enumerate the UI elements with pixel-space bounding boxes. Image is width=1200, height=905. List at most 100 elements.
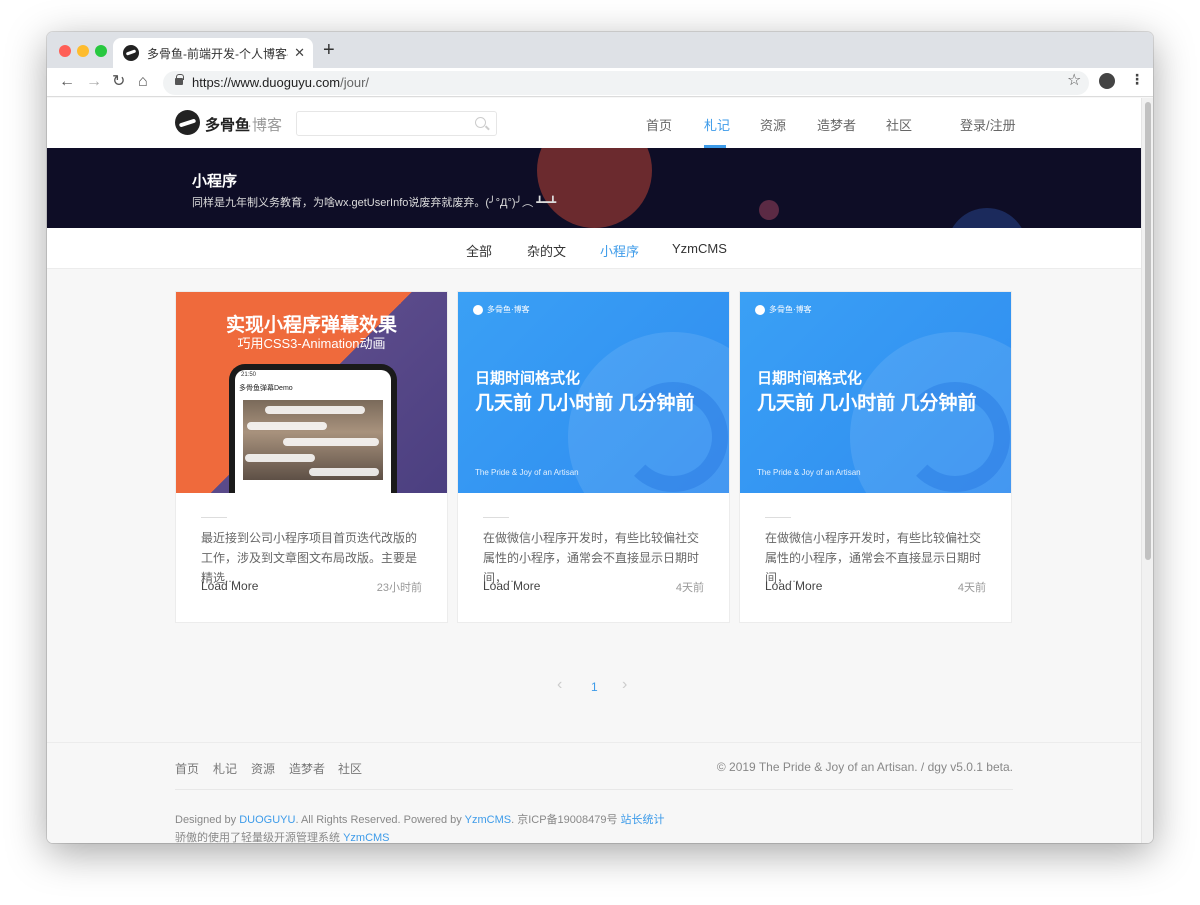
footer-link-resources[interactable]: 资源 xyxy=(251,760,275,777)
card-timestamp: 4天前 xyxy=(675,582,704,594)
profile-avatar[interactable] xyxy=(1099,73,1115,89)
article-card[interactable]: 实现小程序弹幕效果 巧用CSS3-Animation动画 21:50 多骨鱼弹幕… xyxy=(175,291,448,623)
forward-button[interactable]: → xyxy=(86,71,102,93)
footer-text: . All Rights Reserved. Powered by xyxy=(295,814,465,826)
url-host: https://www.duoguyu.com xyxy=(192,75,341,90)
footer-link-home[interactable]: 首页 xyxy=(175,760,199,777)
banner-description: 同样是九年制义务教育，为啥wx.getUserInfo说废弃就废弃。(╯°Д°)… xyxy=(192,197,557,209)
danmu-bubble xyxy=(247,422,327,430)
bookmark-star-icon[interactable]: ☆ xyxy=(1067,70,1081,90)
thumbnail-logo: 多骨鱼·博客 xyxy=(473,304,530,315)
footer-powered: 骄傲的使用了轻量级开源管理系统 YzmCMS xyxy=(175,829,390,843)
category-tabs: 全部 杂的文 小程序 YzmCMS xyxy=(47,228,1141,269)
danmu-bubble xyxy=(265,406,365,414)
pagination-prev-button[interactable]: ‹ xyxy=(557,676,562,694)
card-divider xyxy=(201,517,227,518)
logo-icon[interactable] xyxy=(175,110,200,135)
url-text: https://www.duoguyu.com/jour/ xyxy=(192,75,369,90)
site-header: 多骨鱼 ·博客 首页 札记 资源 造梦者 社区 登录/注册 xyxy=(47,98,1141,148)
nav-item-home[interactable]: 首页 xyxy=(646,115,672,134)
thumbnail-tagline: The Pride & Joy of an Artisan xyxy=(757,468,861,477)
card-timestamp: 4天前 xyxy=(957,582,986,594)
banner-decor-circle xyxy=(759,200,779,220)
category-tab-miniprogram[interactable]: 小程序 xyxy=(600,241,639,260)
thumbnail-subtitle: 几天前 几小时前 几分钟前 xyxy=(475,393,695,414)
pagination-next-button[interactable]: › xyxy=(622,676,627,694)
card-divider xyxy=(483,517,509,518)
logo-subtitle: ·博客 xyxy=(247,117,282,134)
logo-text[interactable]: 多骨鱼 xyxy=(205,114,250,135)
maximize-window-button[interactable] xyxy=(95,45,107,57)
nav-item-resources[interactable]: 资源 xyxy=(760,115,786,134)
footer-credits: Designed by DUOGUYU. All Rights Reserved… xyxy=(175,811,665,827)
nav-item-notes[interactable]: 札记 xyxy=(704,115,730,134)
address-bar[interactable]: https://www.duoguyu.com/jour/ xyxy=(163,71,1089,95)
browser-toolbar: ← → ↻ ⌂ https://www.duoguyu.com/jour/ ☆ … xyxy=(47,68,1153,97)
footer-link-yzmcms[interactable]: YzmCMS xyxy=(343,832,389,843)
site-footer: 首页 札记 资源 造梦者 社区 © 2019 The Pride & Joy o… xyxy=(47,742,1141,843)
footer-link-duoguyu[interactable]: DUOGUYU xyxy=(239,814,295,826)
load-more-link[interactable]: Load More xyxy=(201,579,258,593)
danmu-bubble xyxy=(309,468,379,476)
reload-button[interactable]: ↻ xyxy=(112,71,125,93)
favicon-icon xyxy=(123,45,139,61)
banner-decor-circle xyxy=(947,208,1027,228)
minimize-window-button[interactable] xyxy=(77,45,89,57)
home-button[interactable]: ⌂ xyxy=(138,71,148,93)
phone-screen: 21:50 多骨鱼弹幕Demo xyxy=(235,370,391,493)
footer-link-yzmcms[interactable]: YzmCMS xyxy=(465,814,511,826)
scrollbar-thumb[interactable] xyxy=(1145,102,1151,560)
thumbnail-tagline: The Pride & Joy of an Artisan xyxy=(475,468,579,477)
nav-item-dreamers[interactable]: 造梦者 xyxy=(817,115,856,134)
pagination-page-1[interactable]: 1 xyxy=(591,680,598,694)
thumbnail-logo-text: 多骨鱼·博客 xyxy=(769,305,812,314)
page-scrollbar[interactable] xyxy=(1141,98,1153,843)
tab-strip: 多骨鱼-前端开发-个人博客-模版 ✕ + xyxy=(47,32,1153,68)
footer-text: Designed by xyxy=(175,814,240,826)
thumbnail-subtitle: 巧用CSS3-Animation动画 xyxy=(237,336,386,351)
login-register-link[interactable]: 登录/注册 xyxy=(960,115,1016,134)
load-more-link[interactable]: Load More xyxy=(765,579,822,593)
article-card[interactable]: 多骨鱼·博客 日期时间格式化 几天前 几小时前 几分钟前 The Pride &… xyxy=(739,291,1012,623)
category-tab-misc[interactable]: 杂的文 xyxy=(527,241,566,260)
load-more-link[interactable]: Load More xyxy=(483,579,540,593)
danmu-bubble xyxy=(283,438,379,446)
url-path: /jour/ xyxy=(340,75,370,90)
footer-copyright: © 2019 The Pride & Joy of an Artisan. / … xyxy=(716,760,1013,774)
category-tab-yzmcms[interactable]: YzmCMS xyxy=(672,241,727,256)
browser-menu-icon[interactable]: ⋮ xyxy=(1130,71,1144,88)
article-thumbnail[interactable]: 实现小程序弹幕效果 巧用CSS3-Animation动画 21:50 多骨鱼弹幕… xyxy=(176,292,447,493)
banner-decor-circle xyxy=(537,148,652,228)
phone-content-image xyxy=(243,400,383,480)
footer-link-dreamers[interactable]: 造梦者 xyxy=(289,760,325,777)
nav-item-community[interactable]: 社区 xyxy=(886,115,912,134)
article-thumbnail[interactable]: 多骨鱼·博客 日期时间格式化 几天前 几小时前 几分钟前 The Pride &… xyxy=(740,292,1011,493)
site-search-input[interactable] xyxy=(296,111,497,136)
logo-icon xyxy=(473,304,483,315)
browser-tab[interactable]: 多骨鱼-前端开发-个人博客-模版 ✕ xyxy=(113,38,313,68)
banner-title: 小程序 xyxy=(192,173,238,190)
danmu-bubble xyxy=(245,454,315,462)
footer-link-stats[interactable]: 站长统计 xyxy=(621,814,665,826)
thumbnail-title: 日期时间格式化 xyxy=(475,370,581,387)
logo-icon xyxy=(755,304,765,315)
thumbnail-subtitle: 几天前 几小时前 几分钟前 xyxy=(757,393,977,414)
phone-mockup: 21:50 多骨鱼弹幕Demo xyxy=(229,364,397,493)
footer-link-notes[interactable]: 札记 xyxy=(213,760,237,777)
lock-icon xyxy=(175,74,184,85)
category-tab-all[interactable]: 全部 xyxy=(466,241,492,260)
tab-close-icon[interactable]: ✕ xyxy=(294,45,305,61)
article-thumbnail[interactable]: 多骨鱼·博客 日期时间格式化 几天前 几小时前 几分钟前 The Pride &… xyxy=(458,292,729,493)
thumbnail-title: 日期时间格式化 xyxy=(757,370,863,387)
article-card[interactable]: 多骨鱼·博客 日期时间格式化 几天前 几小时前 几分钟前 The Pride &… xyxy=(457,291,730,623)
thumbnail-logo-text: 多骨鱼·博客 xyxy=(487,305,530,314)
new-tab-button[interactable]: + xyxy=(323,40,335,60)
close-window-button[interactable] xyxy=(59,45,71,57)
search-icon[interactable] xyxy=(475,117,486,128)
phone-nav-title: 多骨鱼弹幕Demo xyxy=(239,385,293,392)
tab-title: 多骨鱼-前端开发-个人博客-模版 xyxy=(147,46,288,61)
category-banner: 小程序 同样是九年制义务教育，为啥wx.getUserInfo说废弃就废弃。(╯… xyxy=(47,148,1141,228)
back-button[interactable]: ← xyxy=(59,71,75,93)
footer-link-community[interactable]: 社区 xyxy=(338,760,362,777)
card-timestamp: 23小时前 xyxy=(376,582,422,594)
